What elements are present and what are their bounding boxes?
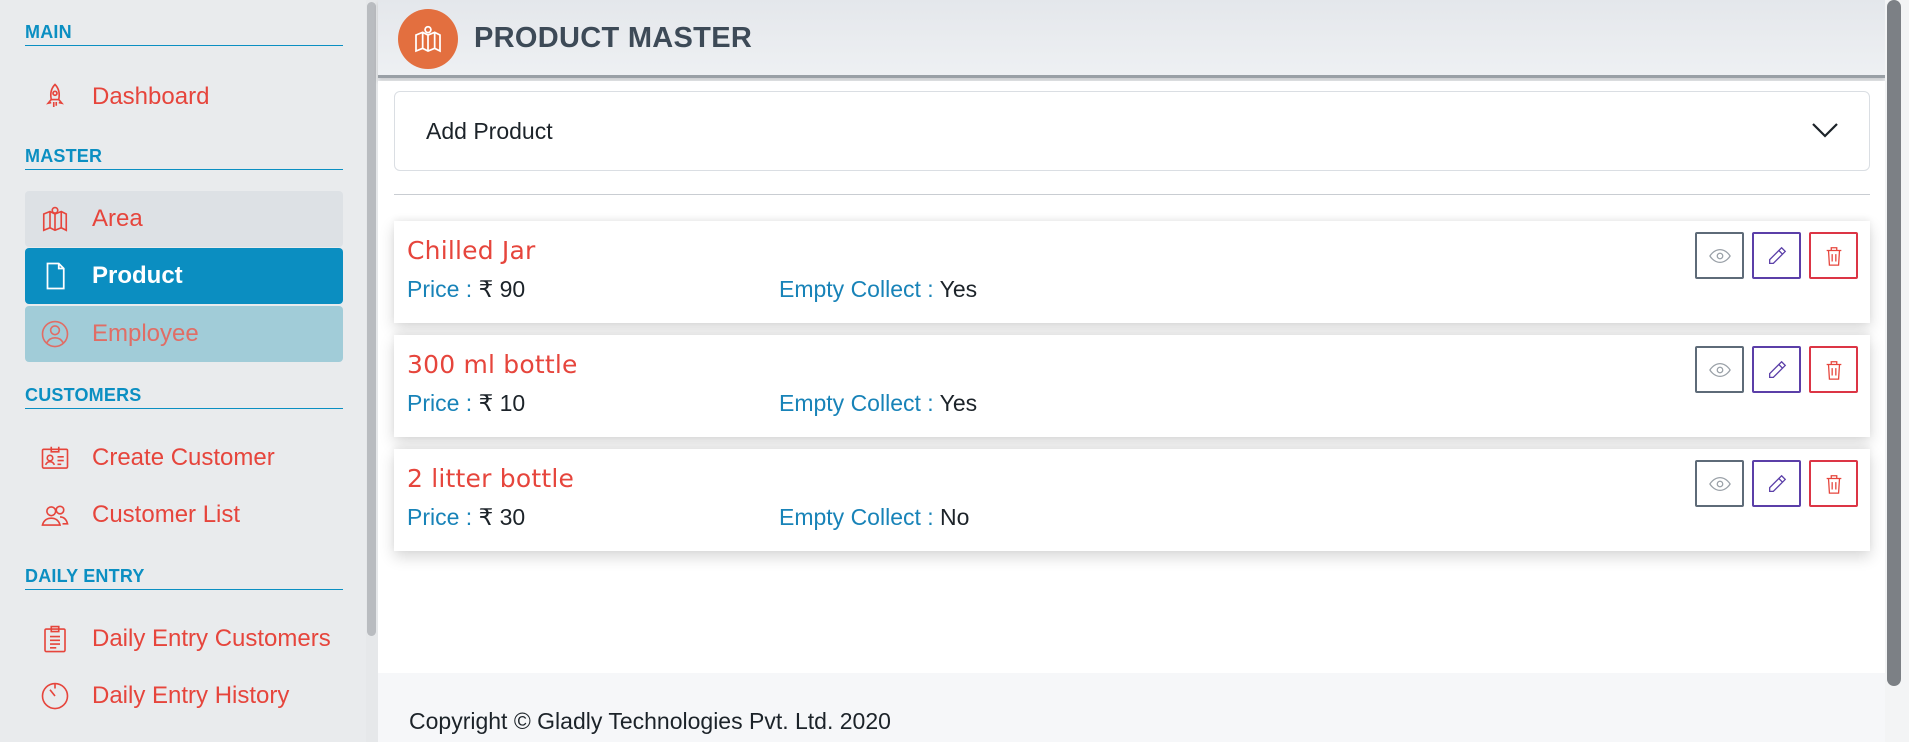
content-panel: Add Product Chilled Jar Price : ₹ 90 Emp… — [378, 81, 1885, 673]
sidebar-item-dashboard[interactable]: Dashboard — [25, 69, 343, 125]
eye-icon — [1708, 362, 1731, 377]
sidebar: MAIN Dashboard MASTER Area Product Emplo… — [0, 0, 378, 742]
product-empty-collect: Empty Collect : Yes — [779, 390, 977, 417]
sidebar-item-label: Customer List — [92, 501, 241, 528]
product-name: Chilled Jar — [407, 236, 536, 265]
sidebar-item-label: Create Customer — [92, 444, 275, 471]
id-card-icon — [40, 443, 70, 473]
sidebar-item-daily-entry-history[interactable]: Daily Entry History — [25, 668, 343, 724]
sidebar-item-label: Employee — [92, 320, 199, 347]
sidebar-item-label: Product — [92, 262, 183, 289]
price-value: ₹ 30 — [478, 504, 526, 530]
file-icon — [40, 261, 70, 291]
section-heading-customers: CUSTOMERS — [25, 385, 343, 409]
product-card: Chilled Jar Price : ₹ 90 Empty Collect :… — [394, 221, 1870, 323]
product-price: Price : ₹ 90 — [407, 276, 525, 303]
product-name: 2 litter bottle — [407, 464, 575, 493]
trash-icon — [1826, 360, 1841, 380]
product-card: 300 ml bottle Price : ₹ 10 Empty Collect… — [394, 335, 1870, 437]
rocket-icon — [40, 82, 70, 112]
footer: Copyright © Gladly Technologies Pvt. Ltd… — [378, 673, 1885, 742]
empty-collect-label: Empty Collect : — [779, 390, 934, 416]
delete-button[interactable] — [1809, 346, 1858, 393]
pencil-icon — [1768, 474, 1786, 492]
map-icon — [398, 9, 458, 69]
pencil-icon — [1768, 246, 1786, 264]
page-title: PRODUCT MASTER — [474, 22, 753, 54]
empty-collect-label: Empty Collect : — [779, 504, 934, 530]
price-value: ₹ 10 — [478, 390, 526, 416]
sidebar-item-label: Daily Entry History — [92, 682, 290, 709]
sidebar-item-label: Daily Entry Customers — [92, 625, 331, 652]
price-label: Price : — [407, 504, 473, 530]
eye-icon — [1708, 476, 1731, 491]
sidebar-item-product[interactable]: Product — [25, 248, 343, 304]
view-button[interactable] — [1695, 460, 1744, 507]
section-heading-main: MAIN — [25, 22, 343, 46]
sidebar-item-area[interactable]: Area — [25, 191, 343, 247]
sidebar-item-label: Dashboard — [92, 83, 210, 110]
users-icon — [40, 500, 70, 530]
product-price: Price : ₹ 30 — [407, 504, 525, 531]
clipboard-icon — [40, 624, 70, 654]
sidebar-scrollbar-thumb[interactable] — [367, 2, 376, 636]
trash-icon — [1826, 246, 1841, 266]
chevron-down-icon[interactable] — [1811, 120, 1839, 140]
price-label: Price : — [407, 276, 473, 302]
product-actions — [1695, 232, 1858, 279]
sidebar-item-customer-list[interactable]: Customer List — [25, 487, 343, 543]
empty-collect-label: Empty Collect : — [779, 276, 934, 302]
edit-button[interactable] — [1752, 346, 1801, 393]
empty-collect-value: No — [940, 504, 970, 530]
price-label: Price : — [407, 390, 473, 416]
sidebar-item-employee[interactable]: Employee — [25, 306, 343, 362]
page-header: PRODUCT MASTER — [378, 0, 1885, 78]
product-empty-collect: Empty Collect : Yes — [779, 276, 977, 303]
pencil-icon — [1768, 360, 1786, 378]
delete-button[interactable] — [1809, 460, 1858, 507]
page-scrollbar-thumb[interactable] — [1887, 0, 1901, 686]
delete-button[interactable] — [1809, 232, 1858, 279]
user-circle-icon — [40, 319, 70, 349]
add-product-label: Add Product — [426, 118, 553, 144]
sidebar-item-create-customer[interactable]: Create Customer — [25, 430, 343, 486]
product-price: Price : ₹ 10 — [407, 390, 525, 417]
eye-icon — [1708, 248, 1731, 263]
product-name: 300 ml bottle — [407, 350, 578, 379]
edit-button[interactable] — [1752, 460, 1801, 507]
sidebar-item-daily-entry-customers[interactable]: Daily Entry Customers — [25, 611, 343, 667]
trash-icon — [1826, 474, 1841, 494]
section-heading-daily-entry: DAILY ENTRY — [25, 566, 343, 590]
empty-collect-value: Yes — [939, 390, 978, 416]
product-actions — [1695, 346, 1858, 393]
section-heading-master: MASTER — [25, 146, 343, 170]
view-button[interactable] — [1695, 232, 1744, 279]
edit-button[interactable] — [1752, 232, 1801, 279]
add-product-panel[interactable]: Add Product — [394, 91, 1870, 171]
product-actions — [1695, 460, 1858, 507]
timer-icon — [40, 681, 70, 711]
footer-copyright: Copyright © Gladly Technologies Pvt. Ltd… — [409, 708, 891, 734]
empty-collect-value: Yes — [939, 276, 978, 302]
divider — [394, 194, 1870, 195]
map-icon — [40, 204, 70, 234]
view-button[interactable] — [1695, 346, 1744, 393]
sidebar-item-label: Area — [92, 205, 143, 232]
product-card: 2 litter bottle Price : ₹ 30 Empty Colle… — [394, 449, 1870, 551]
product-empty-collect: Empty Collect : No — [779, 504, 969, 531]
price-value: ₹ 90 — [478, 276, 526, 302]
main-area: PRODUCT MASTER Add Product Chilled Jar P… — [378, 0, 1885, 742]
